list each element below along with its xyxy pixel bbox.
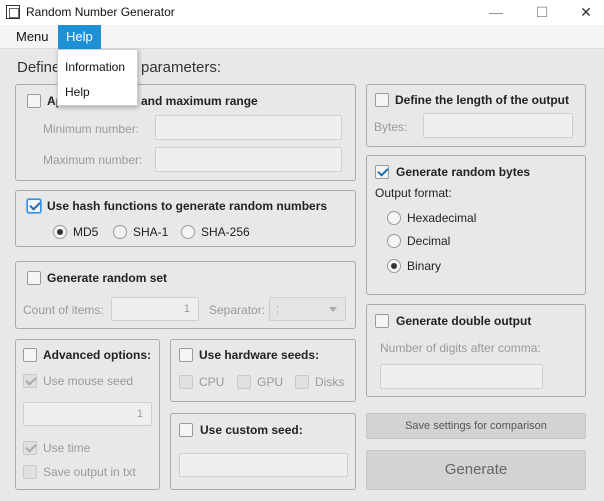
range-checkbox-label-end: and maximum range <box>141 94 258 108</box>
random-set-group: Generate random set Count of items: 1 Se… <box>15 261 356 329</box>
chevron-down-icon <box>329 307 337 312</box>
digits-field[interactable] <box>380 364 543 389</box>
length-group: Define the length of the output Bytes: <box>366 84 586 147</box>
random-set-checkbox[interactable] <box>27 271 41 285</box>
range-checkbox[interactable] <box>27 94 41 108</box>
bytes-field[interactable] <box>423 113 573 138</box>
radio-md5-label: MD5 <box>73 225 99 239</box>
disks-checkbox[interactable] <box>295 375 309 389</box>
max-number-label: Maximum number: <box>43 153 143 167</box>
custom-seed-checkbox[interactable] <box>179 423 193 437</box>
separator-label: Separator: <box>209 303 266 317</box>
mouse-seed-label: Use mouse seed <box>43 374 134 388</box>
radio-hexadecimal[interactable] <box>387 211 401 225</box>
hardware-seeds-checkbox-label: Use hardware seeds: <box>199 348 320 362</box>
random-bytes-checkbox-label: Generate random bytes <box>396 165 531 179</box>
digits-label: Number of digits after comma: <box>380 341 541 355</box>
radio-decimal-label: Decimal <box>407 234 451 248</box>
random-bytes-group: Generate random bytes Output format: Hex… <box>366 155 586 295</box>
radio-decimal[interactable] <box>387 234 401 248</box>
menu-menu[interactable]: Menu <box>8 25 57 49</box>
hash-checkbox-label: Use hash functions to generate random nu… <box>47 199 328 213</box>
double-output-checkbox[interactable] <box>375 314 389 328</box>
radio-sha1[interactable] <box>113 225 127 239</box>
random-bytes-checkbox[interactable] <box>375 165 389 179</box>
advanced-options-checkbox[interactable] <box>23 348 37 362</box>
hardware-seeds-checkbox[interactable] <box>179 348 193 362</box>
hash-checkbox[interactable] <box>27 199 41 213</box>
double-output-checkbox-label: Generate double output <box>396 314 532 328</box>
count-label: Count of items: <box>23 303 104 317</box>
custom-seed-checkbox-label: Use custom seed: <box>200 423 303 437</box>
min-number-field[interactable] <box>155 115 342 140</box>
gpu-checkbox[interactable] <box>237 375 251 389</box>
use-time-label: Use time <box>43 441 91 455</box>
length-checkbox[interactable] <box>375 93 389 107</box>
title-bar: Random Number Generator — ☐ ✕ <box>0 0 604 25</box>
radio-sha256[interactable] <box>181 225 195 239</box>
custom-seed-group: Use custom seed: <box>170 413 356 490</box>
help-menu-information[interactable]: Information <box>65 60 125 74</box>
disks-label: Disks <box>315 375 345 389</box>
close-icon[interactable]: ✕ <box>563 0 604 25</box>
advanced-options-group: Advanced options: Use mouse seed 1 Use t… <box>15 339 160 490</box>
min-number-label: Minimum number: <box>43 122 140 136</box>
maximize-icon[interactable]: ☐ <box>519 0 565 25</box>
main-content: Define parameters: Ap and maximum range … <box>0 49 604 501</box>
menu-bar: Menu Help <box>0 25 604 49</box>
radio-sha256-label: SHA-256 <box>201 225 250 239</box>
count-field[interactable]: 1 <box>111 297 199 321</box>
length-checkbox-label: Define the length of the output <box>395 93 569 107</box>
double-output-group: Generate double output Number of digits … <box>366 304 586 397</box>
radio-md5[interactable] <box>53 225 67 239</box>
gpu-label: GPU <box>257 375 284 389</box>
separator-value: ; <box>276 303 280 315</box>
separator-select[interactable]: ; <box>269 297 346 321</box>
bytes-label: Bytes: <box>374 120 408 134</box>
save-txt-label: Save output in txt <box>43 465 136 479</box>
cpu-label: CPU <box>199 375 225 389</box>
radio-binary-label: Binary <box>407 259 442 273</box>
radio-sha1-label: SHA-1 <box>133 225 169 239</box>
radio-binary[interactable] <box>387 259 401 273</box>
cpu-checkbox[interactable] <box>179 375 193 389</box>
minimize-icon[interactable]: — <box>473 0 519 25</box>
hash-group: Use hash functions to generate random nu… <box>15 190 356 247</box>
section-title-right: parameters: <box>141 59 222 76</box>
seed-field[interactable]: 1 <box>23 402 152 426</box>
use-time-checkbox[interactable] <box>23 441 37 455</box>
mouse-seed-checkbox[interactable] <box>23 374 37 388</box>
output-format-label: Output format: <box>375 186 452 200</box>
generate-button[interactable]: Generate <box>366 450 586 490</box>
save-txt-checkbox[interactable] <box>23 465 37 479</box>
window-title: Random Number Generator <box>26 5 175 19</box>
max-number-field[interactable] <box>155 147 342 172</box>
help-dropdown: Information Help <box>57 49 138 106</box>
radio-hexadecimal-label: Hexadecimal <box>407 211 477 225</box>
help-menu-help[interactable]: Help <box>65 85 90 99</box>
save-settings-button[interactable]: Save settings for comparison <box>366 413 586 439</box>
advanced-options-checkbox-label: Advanced options: <box>43 348 152 362</box>
custom-seed-field[interactable] <box>179 453 348 477</box>
menu-help[interactable]: Help <box>58 25 101 49</box>
hardware-seeds-group: Use hardware seeds: CPU GPU Disks <box>170 339 356 402</box>
section-title-left: Define <box>17 59 61 76</box>
app-icon <box>6 5 20 19</box>
random-set-checkbox-label: Generate random set <box>47 271 168 285</box>
